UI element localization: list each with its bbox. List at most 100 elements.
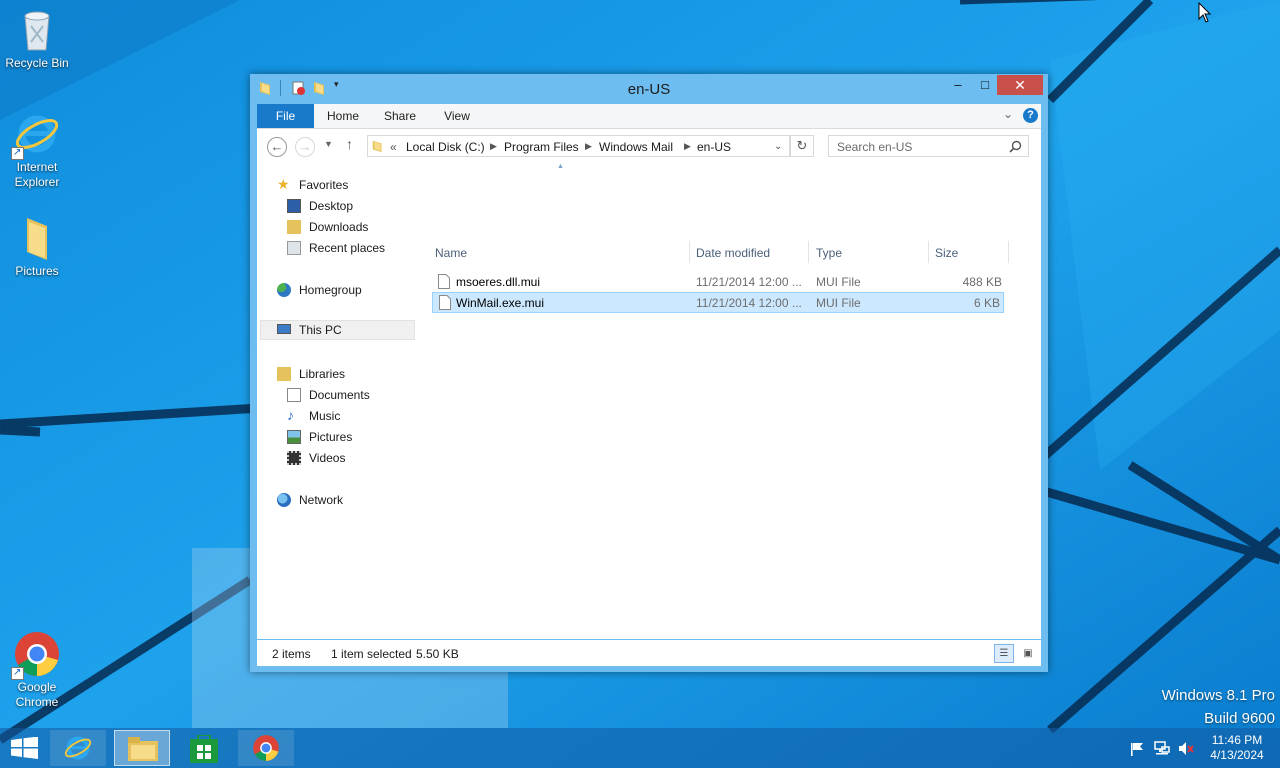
breadcrumb-windows-mail[interactable]: Windows Mail <box>599 140 673 154</box>
breadcrumb-program-files[interactable]: Program Files <box>504 140 579 154</box>
desktop-icon-label: Pictures <box>15 264 59 278</box>
store-icon <box>190 735 218 763</box>
recent-places-icon <box>287 241 301 255</box>
breadcrumb-overflow[interactable]: « <box>390 140 397 154</box>
maximize-button[interactable]: □ <box>971 75 999 95</box>
file-row[interactable]: msoeres.dll.mui 11/21/2014 12:00 ... MUI… <box>432 271 1004 292</box>
chrome-icon <box>11 630 61 680</box>
chrome-icon <box>253 735 279 761</box>
file-type: MUI File <box>816 275 861 289</box>
start-button-windows-icon[interactable] <box>11 737 39 759</box>
desktop-icon-label: Google Chrome <box>15 680 59 709</box>
column-separator <box>689 241 690 263</box>
folder-icon <box>372 140 382 153</box>
libraries-icon <box>277 367 291 381</box>
action-center-flag-icon[interactable] <box>1130 742 1144 756</box>
downloads-icon <box>287 220 301 234</box>
file-explorer-icon <box>128 737 158 761</box>
column-header-name[interactable]: Name <box>435 246 467 260</box>
breadcrumb-en-us[interactable]: en-US <box>697 140 731 154</box>
status-bar: 2 items 1 item selected 5.50 KB ☰ ▣ <box>257 640 1041 666</box>
file-icon <box>439 295 451 310</box>
os-build: Build 9600 <box>1204 710 1275 727</box>
os-watermark: Windows 8.1 Pro Build 9600 <box>1162 684 1275 730</box>
file-date: 11/21/2014 12:00 ... <box>696 275 802 289</box>
status-selected: 1 item selected <box>331 647 412 661</box>
shortcut-arrow-icon <box>11 665 24 680</box>
address-field[interactable]: « Local Disk (C:) ▶ Program Files ▶ Wind… <box>367 135 790 157</box>
desktop-icon-internet-explorer[interactable]: Internet Explorer <box>0 110 74 190</box>
back-button[interactable]: ← <box>267 137 287 157</box>
file-row-selected[interactable]: WinMail.exe.mui 11/21/2014 12:00 ... MUI… <box>432 292 1004 313</box>
title-bar[interactable]: ▾ en-US – □ ✕ <box>250 74 1048 104</box>
tab-file[interactable]: File <box>257 104 314 128</box>
network-status-icon[interactable] <box>1154 741 1170 756</box>
status-selected-size: 5.50 KB <box>416 647 459 661</box>
internet-explorer-icon <box>64 736 92 760</box>
music-icon: ♪ <box>287 407 294 423</box>
file-size: 488 KB <box>962 275 1002 289</box>
column-separator <box>808 241 809 263</box>
window-title: en-US <box>627 81 671 98</box>
taskbar-google-chrome[interactable] <box>238 730 294 766</box>
details-view-icon[interactable]: ☰ <box>994 644 1014 663</box>
desktop-icon-label: Recycle Bin <box>5 56 69 70</box>
breadcrumb-separator-icon[interactable]: ▶ <box>490 141 497 152</box>
up-button[interactable]: ↑ <box>346 136 353 152</box>
column-header-type[interactable]: Type <box>816 246 842 260</box>
search-placeholder: Search en-US <box>837 140 913 154</box>
internet-explorer-icon <box>11 110 61 160</box>
desktop-icon-label: Internet Explorer <box>14 160 60 189</box>
search-icon[interactable] <box>1009 140 1022 153</box>
file-name: msoeres.dll.mui <box>456 275 541 289</box>
recent-locations-chevron-icon[interactable]: ▼ <box>324 139 333 149</box>
refresh-button[interactable]: ↻ <box>790 135 814 157</box>
column-separator <box>1008 241 1009 263</box>
clock-date: 4/13/2024 <box>1210 748 1264 762</box>
os-name: Windows 8.1 Pro <box>1161 687 1275 704</box>
desktop-icon <box>287 199 301 213</box>
help-icon[interactable]: ? <box>1023 108 1038 123</box>
file-explorer-window: ▾ en-US – □ ✕ File Home Share View ⌄ ? ←… <box>250 74 1048 672</box>
address-bar-row: ← → ▼ ↑ « Local Disk (C:) ▶ Program File… <box>257 129 1041 163</box>
forward-button[interactable]: → <box>295 137 315 157</box>
ribbon-tabs: File Home Share View ⌄ ? <box>257 104 1041 129</box>
breadcrumb-local-disk[interactable]: Local Disk (C:) <box>406 140 485 154</box>
desktop-icon-recycle-bin[interactable]: Recycle Bin <box>0 6 74 71</box>
taskbar-store[interactable] <box>176 730 232 766</box>
minimize-button[interactable]: – <box>944 75 972 95</box>
tab-share[interactable]: Share <box>379 104 421 128</box>
search-input[interactable]: Search en-US <box>828 135 1029 157</box>
tab-view[interactable]: View <box>436 104 478 128</box>
system-clock[interactable]: 11:46 PM 4/13/2024 <box>1202 733 1272 763</box>
file-date: 11/21/2014 12:00 ... <box>696 296 802 310</box>
desktop-icon-google-chrome[interactable]: Google Chrome <box>0 630 74 710</box>
network-icon <box>277 493 291 507</box>
status-item-count: 2 items <box>272 647 311 661</box>
large-icons-view-icon[interactable]: ▣ <box>1018 644 1038 663</box>
expand-ribbon-chevron-icon[interactable]: ⌄ <box>1003 107 1013 121</box>
videos-icon <box>287 451 301 465</box>
file-name: WinMail.exe.mui <box>456 296 545 310</box>
documents-icon <box>287 388 301 402</box>
folder-icon <box>13 214 61 262</box>
computer-icon <box>277 324 291 334</box>
shortcut-arrow-icon <box>11 145 24 160</box>
homegroup-icon <box>277 283 291 297</box>
close-button[interactable]: ✕ <box>997 75 1043 95</box>
volume-muted-icon[interactable] <box>1178 741 1194 756</box>
breadcrumb-separator-icon[interactable]: ▶ <box>684 141 691 152</box>
column-header-size[interactable]: Size <box>935 246 958 260</box>
taskbar-internet-explorer[interactable] <box>50 730 106 766</box>
breadcrumb-separator-icon[interactable]: ▶ <box>585 141 592 152</box>
taskbar: 11:46 PM 4/13/2024 <box>0 728 1280 768</box>
recycle-bin-icon <box>13 6 61 54</box>
desktop-icon-pictures[interactable]: Pictures <box>0 214 74 279</box>
address-history-chevron-icon[interactable]: ⌄ <box>774 141 782 152</box>
taskbar-file-explorer[interactable] <box>114 730 170 766</box>
column-header-date-modified[interactable]: Date modified <box>696 246 770 260</box>
tab-home[interactable]: Home <box>322 104 364 128</box>
column-separator <box>928 241 929 263</box>
clock-time: 11:46 PM <box>1211 733 1263 747</box>
content-area: ★ Favorites Desktop Downloads Recent pla… <box>257 163 1041 639</box>
